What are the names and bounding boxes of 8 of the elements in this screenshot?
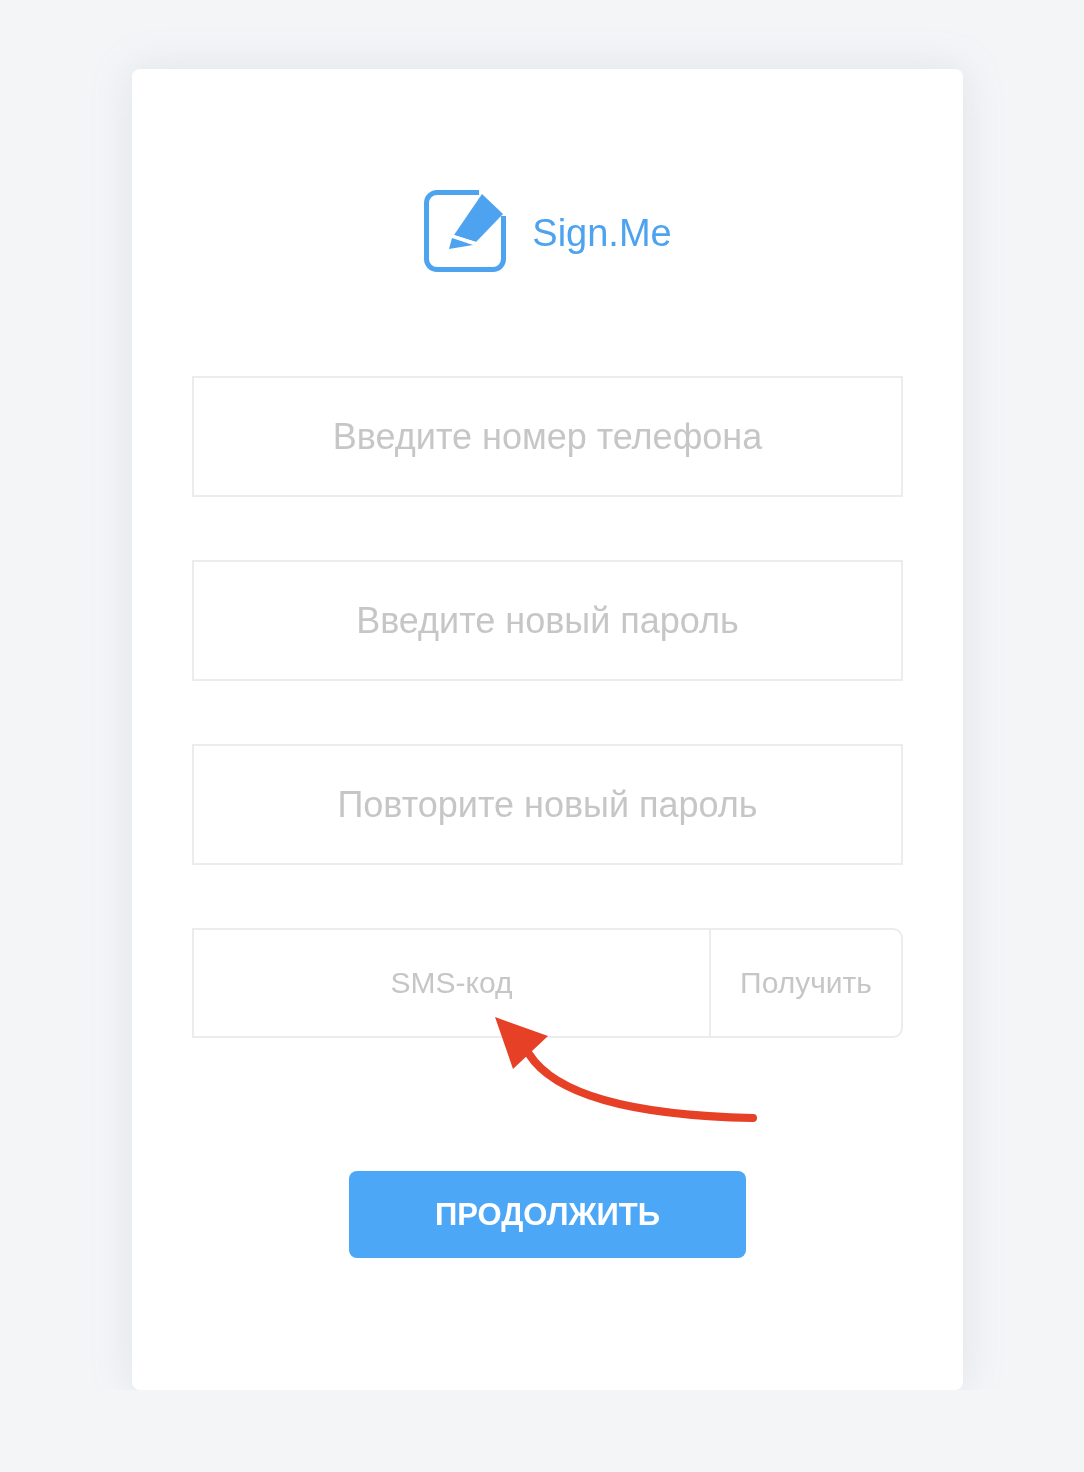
- sms-code-field[interactable]: SMS-код: [192, 928, 709, 1038]
- logo-text: Sign.Me: [532, 214, 672, 252]
- input-field[interactable]: Введите новый пароль: [192, 560, 903, 681]
- input-field[interactable]: Введите номер телефона: [192, 376, 903, 497]
- get-code-button[interactable]: Получить: [709, 928, 903, 1038]
- input-field[interactable]: Повторите новый пароль: [192, 744, 903, 865]
- continue-button[interactable]: ПРОДОЛЖИТЬ: [349, 1171, 746, 1258]
- pencil-square-icon: [423, 189, 508, 273]
